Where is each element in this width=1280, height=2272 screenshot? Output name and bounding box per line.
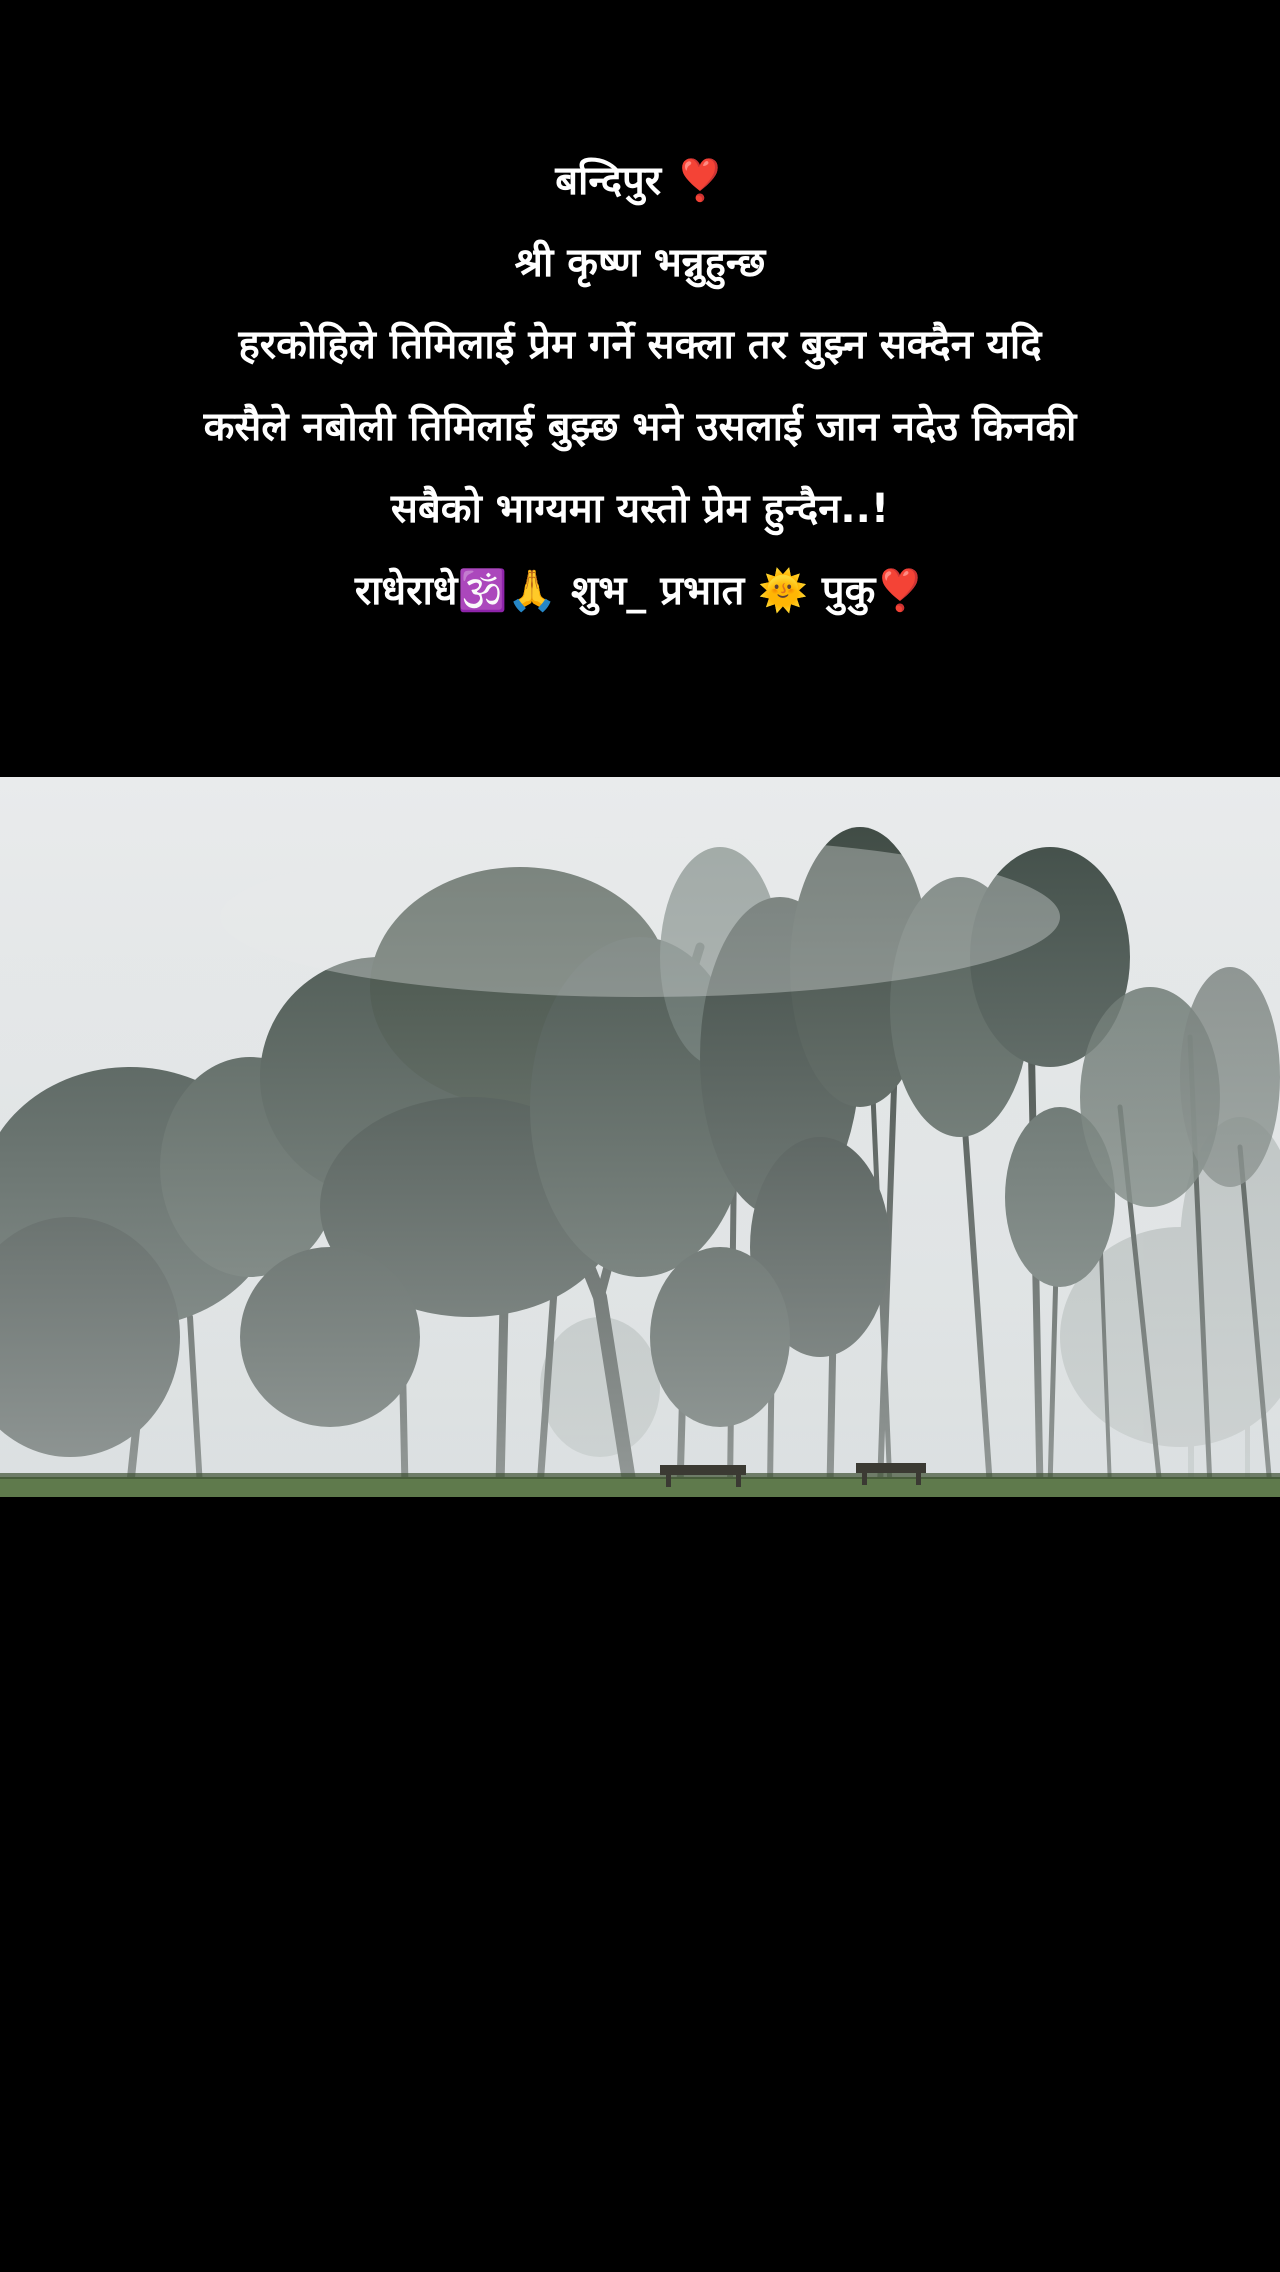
mist-patch bbox=[220, 837, 1060, 997]
caption-line-4: कसैले नबोली तिमिलाई बुझ्छ भने उसलाई जान … bbox=[203, 404, 1077, 450]
caption-line-3: हरकोहिले तिमिलाई प्रेम गर्ने सक्ला तर बु… bbox=[238, 322, 1042, 368]
caption-line-5: सबैको भाग्यमा यस्तो प्रेम हुन्दैन..! bbox=[390, 486, 890, 532]
caption-line-6: राधेराधे🕉️🙏 शुभ_ प्रभात 🌞 पुकु❣️ bbox=[354, 568, 926, 614]
photo-illustration bbox=[0, 777, 1280, 1497]
grass bbox=[0, 1477, 1280, 1497]
caption-text-block: बन्दिपुर ❣️ श्री कृष्ण भन्नुहुन्छ हरकोहि… bbox=[60, 140, 1220, 632]
caption-line-2: श्री कृष्ण भन्नुहुन्छ bbox=[514, 240, 766, 286]
caption-line-title: बन्दिपुर ❣️ bbox=[555, 158, 725, 204]
misty-forest-photo bbox=[0, 777, 1280, 1497]
